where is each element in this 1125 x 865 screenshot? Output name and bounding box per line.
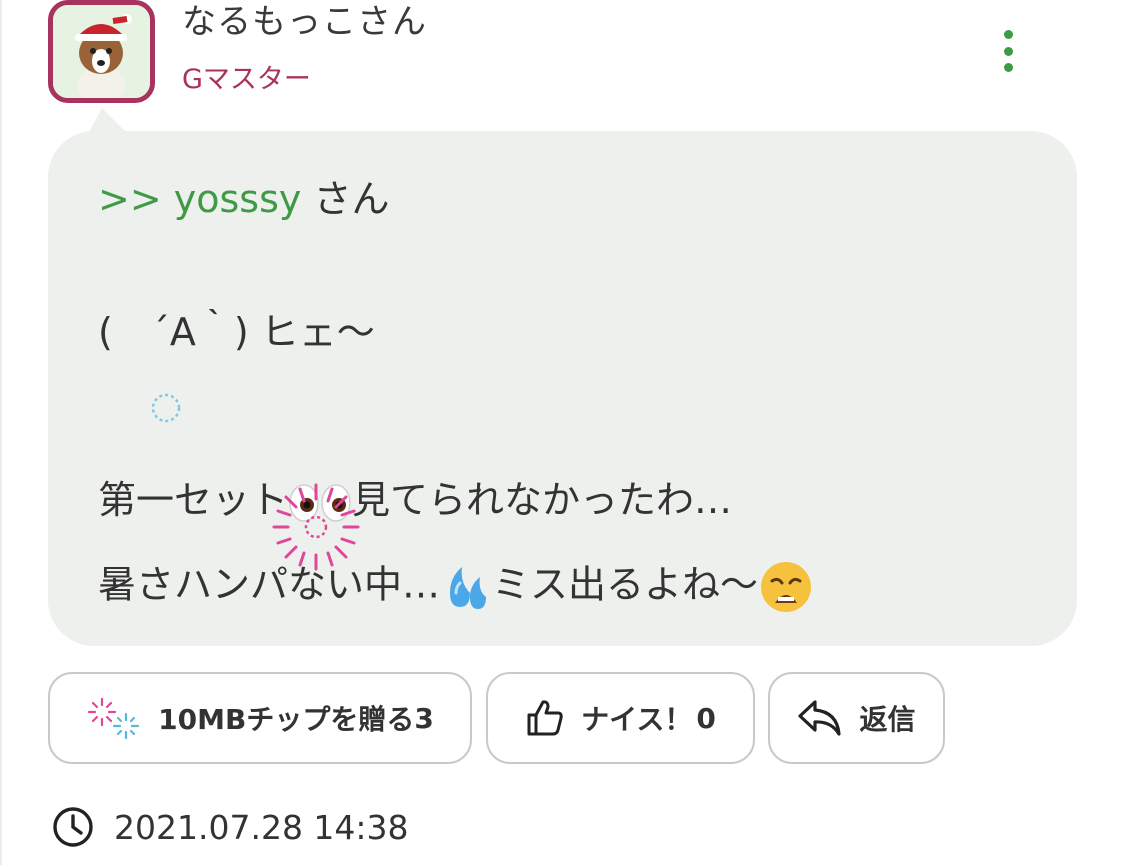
send-chip-button[interactable]: 10MBチップを贈る 3 [48, 672, 472, 764]
clock-icon [52, 806, 94, 848]
body-text-first-set: 第一セット [98, 478, 289, 522]
nice-label: ナイス！ [581, 703, 693, 736]
reply-line: >> yosssy さん [98, 176, 389, 222]
user-rank: Gマスター [182, 64, 311, 95]
body-line-kaomoji: ( ´A｀) ヒェ〜 [98, 310, 375, 354]
body-text-could-not-watch: 見てられなかったわ… [352, 478, 733, 522]
timestamp-text: 2021.07.28 14:38 [114, 807, 409, 847]
more-vertical-icon [1003, 30, 1013, 39]
dog-avatar-image [53, 5, 150, 98]
sparkle-circle-icon [151, 393, 181, 423]
more-options-button[interactable] [990, 28, 1026, 74]
weary-face-emoji [761, 562, 812, 612]
reply-label: 返信 [859, 703, 916, 736]
post-card: なるもっこさん Gマスター >> yosssy さん ( ´A｀) ヒェ〜 第一… [0, 0, 1125, 865]
body-text-mistakes: ミス出るよね〜 [492, 562, 759, 607]
reply-arrow-icon [797, 698, 843, 738]
sweat-droplets-emoji [450, 567, 487, 609]
post-timestamp: 2021.07.28 14:38 [52, 806, 409, 848]
body-line-first-set: 第一セット 見てられなかったわ… [98, 477, 732, 523]
reply-target-link[interactable]: >> yosssy [98, 177, 301, 221]
reply-button[interactable]: 返信 [768, 672, 945, 764]
chip-label: 10MBチップを贈る [158, 703, 415, 736]
fireworks-icon [86, 696, 142, 740]
reply-honorific: さん [301, 177, 390, 221]
body-text-heat: 暑さハンパない中… [98, 562, 441, 607]
chip-count: 3 [414, 701, 434, 735]
user-avatar[interactable] [48, 0, 155, 103]
username[interactable]: なるもっこさん [182, 2, 427, 42]
post-body: >> yosssy さん ( ´A｀) ヒェ〜 第一セット 見てられなかったわ… [48, 131, 1077, 646]
body-line-heat: 暑さハンパない中… ミス出るよね〜 [98, 559, 814, 615]
nice-button[interactable]: ナイス！ 0 [486, 672, 755, 764]
thumbs-up-icon [525, 698, 565, 738]
nice-count: 0 [696, 701, 716, 735]
